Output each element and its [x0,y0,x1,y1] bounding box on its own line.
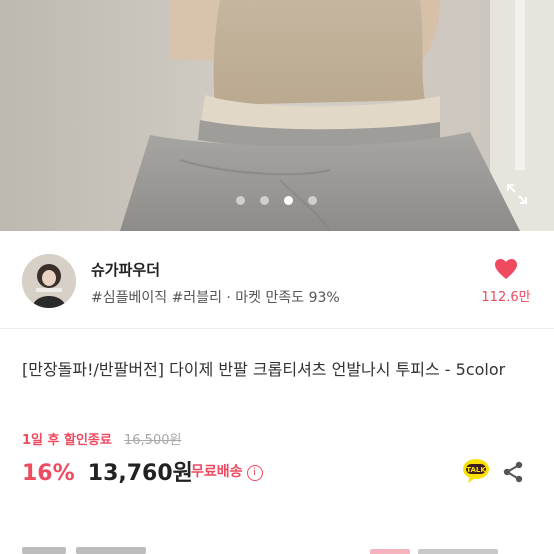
free-shipping-badge[interactable]: 무료배송 i [191,461,263,481]
kakaotalk-button[interactable]: TALK [462,458,490,484]
product-image[interactable] [0,0,554,231]
carousel-dot[interactable] [260,196,269,205]
timesale-info: 1일 후 할인종료 16,500원 [22,429,181,448]
share-button[interactable] [502,460,524,484]
next-row-peek [0,545,554,554]
original-price: 16,500원 [124,433,182,448]
price-row: 16% 13,760원 [22,455,193,489]
kakaotalk-icon: TALK [463,459,489,483]
sale-price: 13,760원 [87,461,193,486]
seller-tags: #심플베이직 #러블리 · 마켓 만족도 93% [91,290,340,306]
carousel-indicator [0,196,554,206]
expand-icon[interactable] [505,182,529,206]
carousel-dot[interactable] [308,196,317,205]
seller-avatar[interactable] [22,254,76,308]
carousel-dot-active[interactable] [284,196,293,205]
share-icon [503,461,523,483]
carousel-dot[interactable] [236,196,245,205]
like-count: 112.6만 [481,290,531,305]
heart-icon [494,259,518,284]
section-divider [0,328,554,329]
seller-name[interactable]: 슈가파우더 [91,259,160,280]
info-icon[interactable]: i [246,465,263,481]
timesale-label: 1일 후 할인종료 [22,433,112,448]
like-button[interactable]: 112.6만 [470,258,542,305]
svg-text:TALK: TALK [466,466,486,474]
discount-rate: 16% [22,461,75,486]
shipping-label: 무료배송 [191,464,243,480]
product-title: [만장돌파!/반팔버전] 다이제 반팔 크롭티셔츠 언발나시 투피스 - 5co… [22,360,506,379]
